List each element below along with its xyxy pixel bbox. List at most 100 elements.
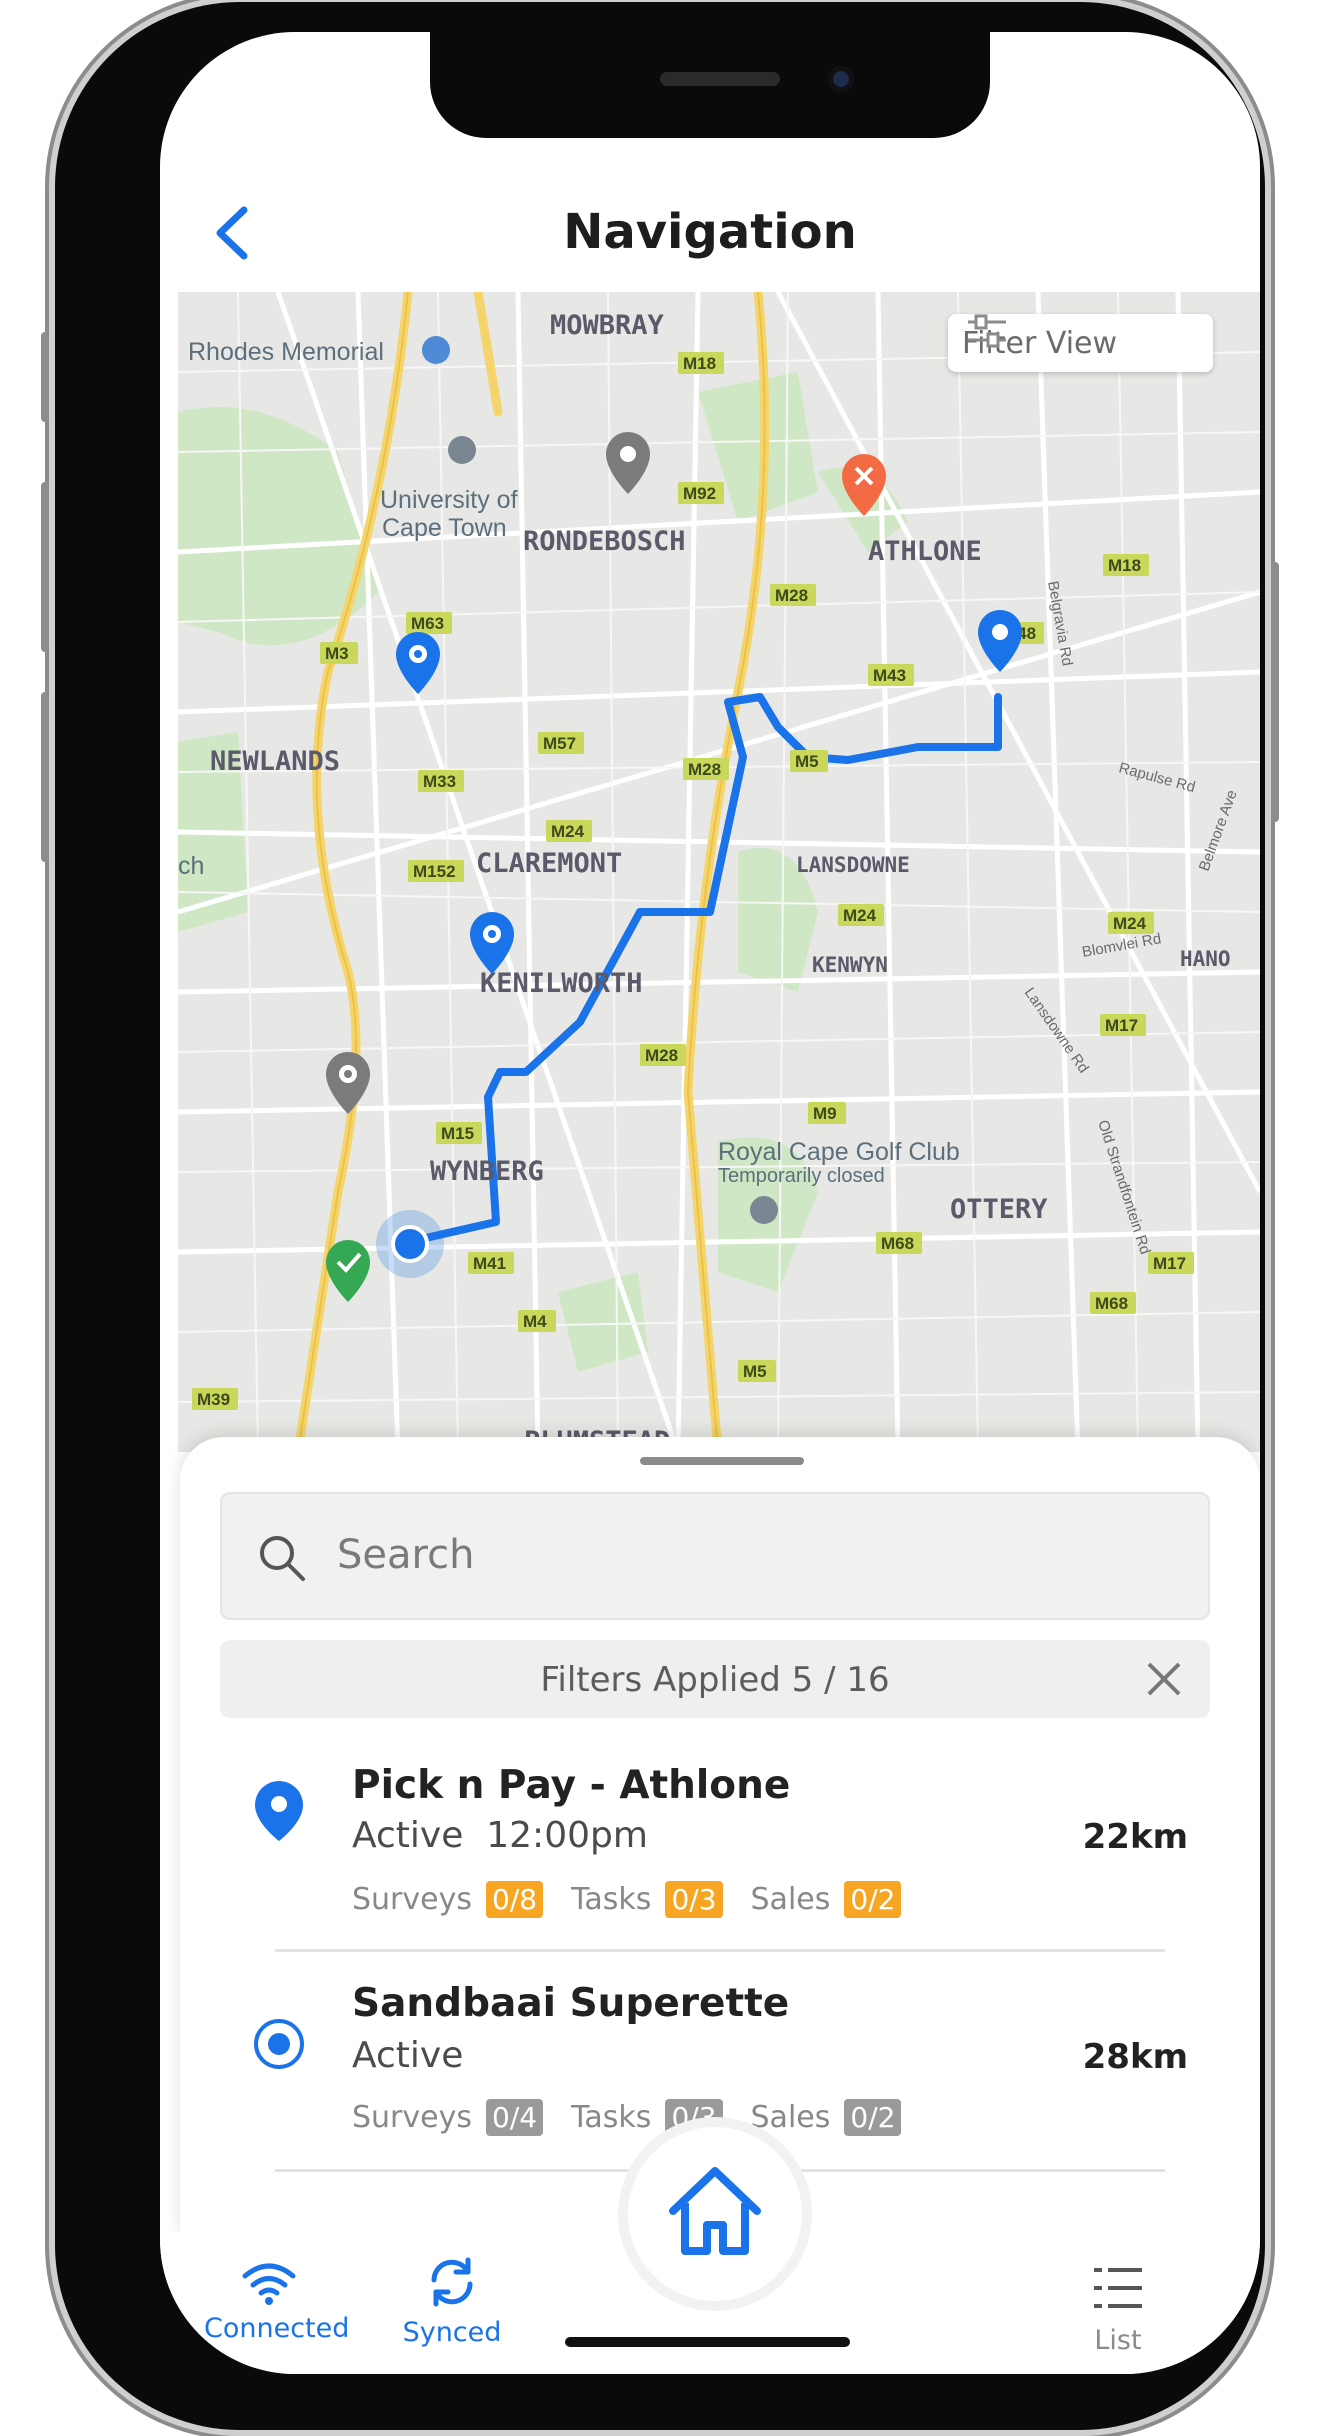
map-pin-grey-wynberg [326,1052,370,1114]
road-shield: M63 [411,614,444,633]
list-item[interactable]: Pick n Pay - Athlone Active 12:00pm 22km… [180,1737,1260,1952]
map-label: OTTERY [950,1194,1048,1225]
road-shield: M24 [1113,914,1147,933]
road-shield: M18 [1108,556,1141,575]
screen: Navigation M18 M92 M28 M63 M3 M33 M57 M4… [160,32,1260,2374]
road-shield: M24 [551,822,585,841]
road-shield: M17 [1105,1016,1138,1035]
power-button [1271,562,1279,822]
map-label: RONDEBOSCH [523,526,686,557]
mute-switch [41,332,49,422]
road-shield: M57 [543,734,576,753]
map-label: Lansdowne Rd [1021,985,1092,1077]
surveys-badge: 0/8 [486,1881,544,1918]
road-shield: M152 [413,862,456,881]
filters-applied-bar: Filters Applied 5 / 16 [220,1640,1210,1718]
road-shield: M28 [688,760,721,779]
map-label: University of [380,486,518,514]
bottom-sheet[interactable]: Search Filters Applied 5 / 16 Pick n Pay… [180,1437,1260,2237]
map-label: ATHLONE [868,536,982,567]
map-canvas: M18 M92 M28 M63 M3 M33 M57 M43 M5 M28 M2… [178,292,1260,1452]
radio-target-icon [254,2019,304,2069]
road-shield: M17 [1153,1254,1186,1273]
map-label: MOWBRAY [550,310,665,341]
road-shield: M28 [645,1046,678,1065]
item-distance: 28km [1082,2037,1188,2077]
golf-icon [750,1196,778,1224]
map-label: Belmore Ave [1196,788,1241,873]
tab-list[interactable]: List [1078,2262,1158,2356]
road-shield: M43 [873,666,906,685]
tasks-badge: 0/3 [665,1881,723,1918]
map-pin-green-completed [326,1240,370,1302]
tab-list-label: List [1094,2325,1142,2356]
monument-icon [422,336,450,364]
road-shield: M9 [813,1104,837,1123]
item-name: Pick n Pay - Athlone [352,1763,791,1808]
filter-icon [968,314,1006,348]
divider [275,1949,1165,1952]
road-shield: M4 [523,1312,547,1331]
notch [430,32,990,138]
road-shield: M5 [743,1362,767,1381]
road-shield: M24 [843,906,877,925]
item-distance: 22km [1082,1817,1188,1857]
phone-frame: Navigation M18 M92 M28 M63 M3 M33 M57 M4… [41,2,1279,2430]
map-view[interactable]: M18 M92 M28 M63 M3 M33 M57 M43 M5 M28 M2… [178,292,1260,1452]
wifi-icon [242,2263,296,2305]
map-label: Cape Town [382,514,507,542]
search-placeholder: Search [337,1532,475,1578]
road-shield: M33 [423,772,456,791]
road-shield: M68 [881,1234,914,1253]
map-label: Rhodes Memorial [188,338,384,366]
road-shield: M18 [683,354,716,373]
road-shield: M5 [795,752,819,771]
item-name: Sandbaai Superette [352,1981,790,2026]
item-stats: Surveys 0/8 Tasks 0/3 Sales 0/2 [352,1881,929,1918]
map-label: ch [178,852,204,880]
tab-connected-label: Connected [204,2313,350,2344]
road-shield: M41 [473,1254,506,1273]
tab-connected[interactable]: Connected [204,2260,350,2344]
map-label: LANSDOWNE [796,853,910,877]
item-status: Active 12:00pm [352,1815,648,1856]
home-icon [669,2167,761,2255]
map-pin-blue-newlands [396,632,440,694]
road-shield: M92 [683,484,716,503]
map-label: WYNBERG [430,1156,544,1187]
search-icon [260,1536,305,1581]
map-pin-grey-rondebosch [606,432,650,494]
road-shield: M28 [775,586,808,605]
home-button[interactable] [628,2127,802,2301]
surveys-badge: 0/4 [486,2099,544,2136]
filter-view-button[interactable]: Filter View [948,314,1213,372]
road-shield: M15 [441,1124,474,1143]
sync-icon [431,2257,473,2307]
volume-down-button [41,692,49,862]
map-label: Temporarily closed [718,1165,885,1187]
item-status: Active [352,2035,464,2076]
map-label: CLAREMONT [476,848,622,879]
sales-badge: 0/2 [844,2099,902,2136]
university-icon [448,436,476,464]
map-label: Royal Cape Golf Club [718,1138,960,1166]
road-shield: M3 [325,644,349,663]
road-shield: M68 [1095,1294,1128,1313]
list-icon [1094,2268,1142,2308]
tab-synced[interactable]: Synced [402,2254,502,2348]
filters-applied-label: Filters Applied 5 / 16 [540,1660,890,1700]
speaker [660,72,780,86]
sales-badge: 0/2 [844,1881,902,1918]
map-label: KENWYN [812,953,888,977]
map-label: KENILWORTH [480,968,643,999]
close-icon[interactable] [1145,1660,1183,1698]
location-pin-icon [255,1781,303,1841]
sheet-drag-handle[interactable] [640,1457,804,1465]
home-indicator [565,2337,850,2347]
page-title: Navigation [563,204,857,260]
volume-up-button [41,482,49,652]
map-label: HANO [1180,947,1231,971]
search-input[interactable]: Search [220,1492,1210,1620]
tab-synced-label: Synced [402,2317,502,2348]
item-stats: Surveys 0/4 Tasks 0/3 Sales 0/2 [352,2099,929,2136]
